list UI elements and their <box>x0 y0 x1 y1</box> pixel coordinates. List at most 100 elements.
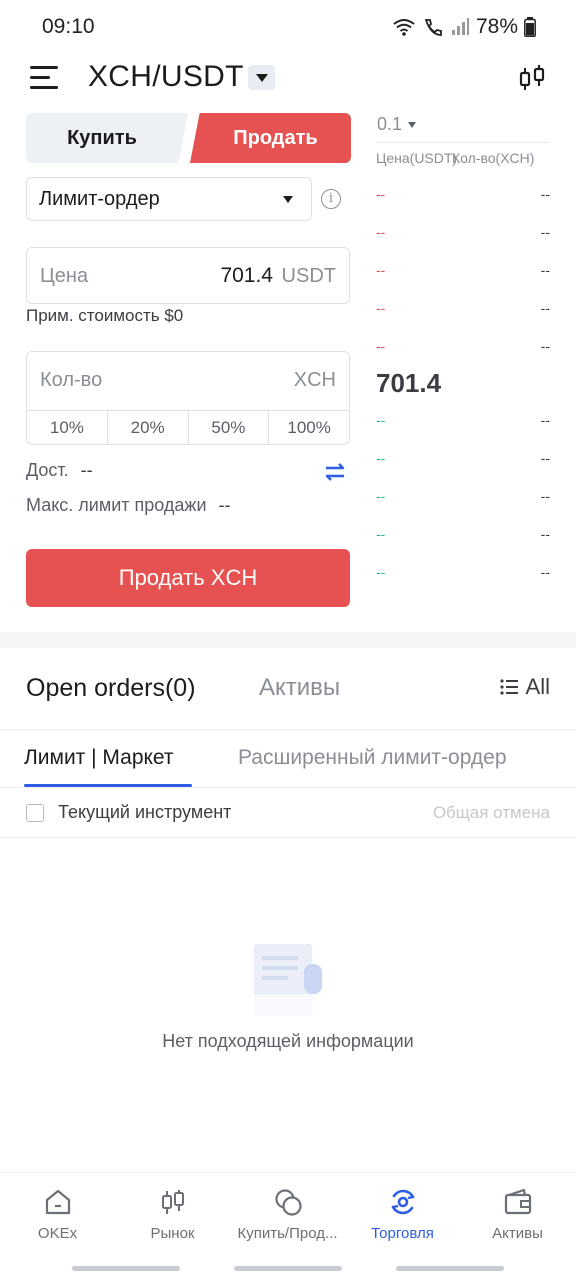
current-instrument-label[interactable]: Текущий инструмент <box>58 802 231 823</box>
status-bar: 09:10 78% <box>0 0 576 56</box>
empty-state-text: Нет подходящей информации <box>162 1031 414 1051</box>
available-value: -- <box>80 460 93 480</box>
bid-qty: -- <box>540 412 550 428</box>
empty-receipt-icon <box>254 944 322 1016</box>
pct-50-button[interactable]: 50% <box>189 411 270 444</box>
ask-price: -- <box>376 262 386 278</box>
pct-10-button[interactable]: 10% <box>27 411 108 444</box>
ask-price: -- <box>376 300 386 316</box>
tab-advanced-limit[interactable]: Расширенный лимит-ордер <box>238 746 507 770</box>
nav-trade[interactable]: Торговля <box>345 1187 460 1242</box>
wifi-icon <box>393 19 415 36</box>
depth-selector[interactable]: 0.1 <box>377 114 417 135</box>
ask-qty: -- <box>540 338 550 354</box>
ask-price: -- <box>376 186 386 202</box>
sell-tab[interactable]: Продать <box>190 113 351 163</box>
pct-20-button[interactable]: 20% <box>108 411 189 444</box>
nav-label: Торговля <box>371 1225 434 1242</box>
orders-filter-row: Текущий инструмент Общая отмена <box>0 788 576 838</box>
ask-row[interactable]: -- -- <box>376 300 550 320</box>
ask-qty: -- <box>540 300 550 316</box>
ask-row[interactable]: -- -- <box>376 224 550 244</box>
pair-title[interactable]: XCH/USDT <box>88 60 244 94</box>
buy-sell-toggle: Купить Продать <box>26 113 351 163</box>
trade-icon <box>391 1189 414 1215</box>
gesture-bar <box>396 1266 504 1271</box>
candlestick-chart-icon[interactable] <box>516 62 548 94</box>
price-placeholder: Цена <box>40 265 89 287</box>
transfer-icon[interactable] <box>324 462 346 482</box>
bid-qty: -- <box>540 526 550 542</box>
available-row: Дост. -- <box>26 460 93 481</box>
order-book-header: Цена(USDT) Кол-во(XCH) <box>376 150 550 166</box>
max-limit-value: -- <box>218 495 231 515</box>
divider <box>376 142 550 143</box>
mid-price[interactable]: 701.4 <box>376 368 441 399</box>
bid-row[interactable]: -- -- <box>376 488 550 508</box>
ask-price: -- <box>376 224 386 240</box>
battery-icon <box>524 17 536 37</box>
bid-price: -- <box>376 412 386 428</box>
info-icon[interactable]: i <box>321 189 341 209</box>
ask-qty: -- <box>540 186 550 202</box>
nav-assets[interactable]: Активы <box>460 1187 575 1242</box>
tab-assets[interactable]: Активы <box>259 674 340 702</box>
available-label: Дост. <box>26 460 69 480</box>
percentage-selector: 10% 20% 50% 100% <box>27 410 349 444</box>
tab-open-orders[interactable]: Open orders(0) <box>26 674 196 703</box>
bid-row[interactable]: -- -- <box>376 564 550 584</box>
tab-limit-market[interactable]: Лимит | Маркет <box>24 746 174 770</box>
chevron-down-icon[interactable] <box>248 65 275 90</box>
price-input[interactable]: Цена 701.4 USDT <box>26 247 350 304</box>
bid-qty: -- <box>540 488 550 504</box>
bid-price: -- <box>376 526 386 542</box>
home-icon <box>45 1189 70 1215</box>
all-label: All <box>525 674 550 699</box>
ask-row[interactable]: -- -- <box>376 186 550 206</box>
price-unit: USDT <box>281 265 336 287</box>
ask-qty: -- <box>540 224 550 240</box>
quantity-input[interactable]: Кол-во XCH 10% 20% 50% 100% <box>26 351 350 445</box>
nav-market[interactable]: Рынок <box>115 1187 230 1242</box>
bid-price: -- <box>376 564 386 580</box>
status-icons: 78% <box>392 15 536 39</box>
menu-icon[interactable] <box>30 66 58 92</box>
bottom-nav: OKEx Рынок Купить/Прод... Торговля Актив… <box>0 1172 576 1280</box>
nav-label: Рынок <box>150 1225 195 1242</box>
approx-cost: Прим. стоимость $0 <box>26 306 184 325</box>
nav-label: Активы <box>492 1225 543 1242</box>
nav-label: Купить/Прод... <box>237 1225 338 1242</box>
sell-submit-button[interactable]: Продать XCH <box>26 549 350 607</box>
coins-icon <box>274 1189 302 1216</box>
depth-value: 0.1 <box>377 114 403 134</box>
buy-tab[interactable]: Купить <box>26 113 188 163</box>
price-value: 701.4 <box>220 264 273 287</box>
max-limit-label: Макс. лимит продажи <box>26 495 207 515</box>
wallet-icon <box>504 1188 531 1215</box>
order-type-tabs: Лимит | Маркет Расширенный лимит-ордер <box>0 730 576 788</box>
gesture-bar <box>72 1266 180 1271</box>
bid-row[interactable]: -- -- <box>376 526 550 546</box>
bid-row[interactable]: -- -- <box>376 412 550 432</box>
current-instrument-checkbox[interactable] <box>26 804 44 822</box>
nav-okex[interactable]: OKEx <box>0 1187 115 1242</box>
ask-qty: -- <box>540 262 550 278</box>
caret-down-icon <box>283 196 293 203</box>
nav-label: OKEx <box>37 1225 78 1242</box>
bid-price: -- <box>376 450 386 466</box>
section-separator <box>0 632 576 648</box>
ask-row[interactable]: -- -- <box>376 338 550 358</box>
bid-price: -- <box>376 488 386 504</box>
status-time: 09:10 <box>42 15 95 38</box>
active-tab-indicator <box>24 784 192 787</box>
cancel-all-button[interactable]: Общая отмена <box>433 803 550 823</box>
all-orders-button[interactable]: All <box>499 674 550 700</box>
call-icon <box>424 19 442 36</box>
bid-qty: -- <box>540 564 550 580</box>
ask-row[interactable]: -- -- <box>376 262 550 282</box>
order-type-select[interactable]: Лимит-ордер <box>26 177 312 221</box>
nav-buy-sell[interactable]: Купить/Прод... <box>230 1187 345 1242</box>
list-icon <box>499 679 518 695</box>
bid-row[interactable]: -- -- <box>376 450 550 470</box>
pct-100-button[interactable]: 100% <box>269 411 349 444</box>
